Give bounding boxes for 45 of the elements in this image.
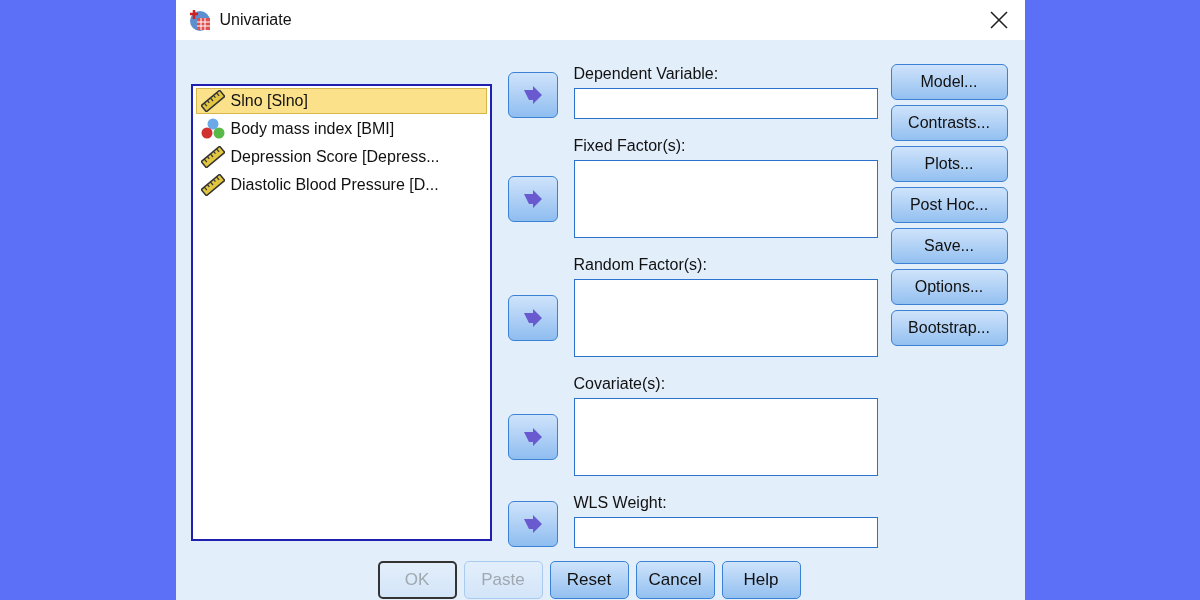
move-arrow-button[interactable] [507, 176, 558, 222]
move-arrow-button[interactable] [507, 414, 558, 460]
dialog-button[interactable]: Post Hoc... [890, 187, 1008, 223]
arrow-icon [522, 190, 543, 208]
arrow-icon [522, 428, 543, 446]
dialog-button[interactable]: Contrasts... [890, 105, 1008, 141]
dialog-button[interactable]: Bootstrap... [890, 310, 1008, 346]
field-label: Fixed Factor(s): [573, 136, 687, 156]
field-label: WLS Weight: [573, 493, 668, 513]
three-balls-icon [200, 118, 225, 140]
move-arrow-button[interactable] [507, 501, 558, 547]
footer-button[interactable]: Reset [549, 561, 629, 599]
list-field[interactable] [573, 398, 878, 476]
footer-button[interactable]: Cancel [635, 561, 715, 599]
close-button[interactable] [988, 10, 1009, 30]
variable-list[interactable]: Slno [Slno] Body mass index [BMI] Depression Score [Depress... Diastolic Blood Pressure [D... [190, 84, 492, 541]
input-field[interactable] [573, 88, 878, 119]
close-icon [988, 10, 1009, 30]
arrow-icon [522, 86, 543, 104]
field-label: Covariate(s): [573, 374, 667, 394]
variable-item[interactable]: Depression Score [Depress... [195, 144, 487, 170]
ruler-icon [200, 90, 225, 112]
variable-name: Body mass index [BMI] [230, 120, 395, 138]
arrow-icon [522, 515, 543, 533]
arrow-icon [522, 309, 543, 327]
variable-name: Depression Score [Depress... [230, 148, 440, 166]
move-arrow-button[interactable] [507, 295, 558, 341]
dialog-button[interactable]: Save... [890, 228, 1008, 264]
dialog-button[interactable]: Options... [890, 269, 1008, 305]
input-field[interactable] [573, 517, 878, 548]
list-field[interactable] [573, 279, 878, 357]
field-label: Dependent Variable: [573, 64, 720, 84]
list-field[interactable] [573, 160, 878, 238]
variable-item[interactable]: Diastolic Blood Pressure [D... [195, 172, 487, 198]
variable-name: Diastolic Blood Pressure [D... [230, 176, 439, 194]
variable-item[interactable]: Slno [Slno] [195, 88, 487, 114]
window-title: Univariate [219, 11, 293, 29]
move-arrow-button[interactable] [507, 72, 558, 118]
table-icon [187, 8, 212, 32]
dialog-button[interactable]: Plots... [890, 146, 1008, 182]
dialog-button[interactable]: Model... [890, 64, 1008, 100]
variable-name: Slno [Slno] [230, 92, 308, 110]
field-label: Random Factor(s): [573, 255, 708, 275]
variable-item[interactable]: Body mass index [BMI] [195, 116, 487, 142]
footer-button[interactable]: Help [721, 561, 801, 599]
